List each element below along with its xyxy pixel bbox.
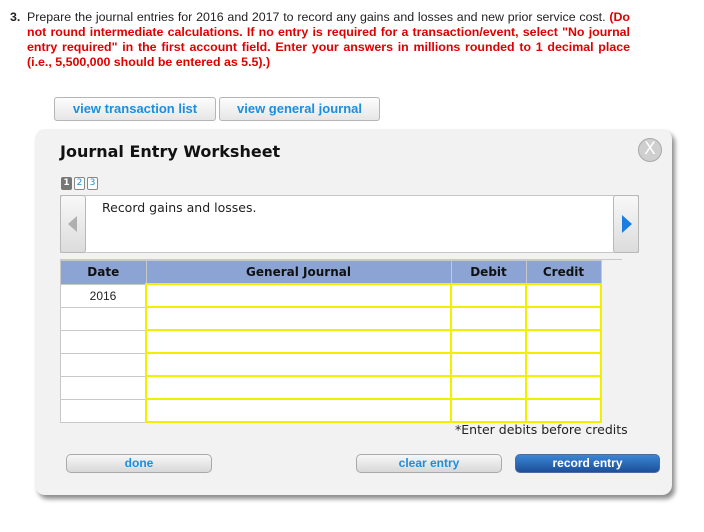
- debit-cell[interactable]: [450, 352, 527, 377]
- page-tab-2[interactable]: 2: [74, 177, 85, 190]
- next-button[interactable]: [613, 195, 639, 253]
- credit-input[interactable]: [527, 308, 600, 329]
- column-header-general-journal: General Journal: [145, 260, 452, 285]
- page-tab-1[interactable]: 1: [61, 177, 72, 190]
- table-row: 2016: [60, 283, 602, 308]
- view-general-journal-button[interactable]: view general journal: [219, 97, 380, 121]
- debit-input[interactable]: [452, 285, 525, 306]
- account-cell[interactable]: [145, 283, 452, 308]
- debit-cell[interactable]: [450, 329, 527, 354]
- column-header-date: Date: [60, 260, 147, 285]
- debit-cell[interactable]: [450, 375, 527, 400]
- account-input[interactable]: [147, 354, 450, 375]
- worksheet-title: Journal Entry Worksheet: [60, 142, 281, 161]
- journal-entry-worksheet: Journal Entry Worksheet X 1 2 3 Record g…: [35, 129, 672, 495]
- description-text: Record gains and losses.: [102, 200, 257, 215]
- arrow-left-icon: [68, 216, 77, 232]
- previous-button[interactable]: [60, 195, 86, 253]
- transaction-description: Record gains and losses.: [60, 195, 639, 253]
- account-input[interactable]: [147, 285, 450, 306]
- credit-input[interactable]: [527, 354, 600, 375]
- credit-cell[interactable]: [525, 352, 602, 377]
- table-header-row: Date General Journal Debit Credit: [60, 260, 602, 285]
- account-cell[interactable]: [145, 375, 452, 400]
- question: 3. Prepare the journal entries for 2016 …: [10, 10, 630, 70]
- debits-note: *Enter debits before credits: [455, 422, 628, 437]
- account-cell[interactable]: [145, 329, 452, 354]
- debit-input[interactable]: [452, 308, 525, 329]
- account-input[interactable]: [147, 400, 450, 421]
- table-row: [60, 352, 602, 377]
- date-cell: 2016: [60, 283, 147, 308]
- credit-cell[interactable]: [525, 398, 602, 423]
- journal-table: Date General Journal Debit Credit 2016: [60, 260, 602, 423]
- arrow-right-icon: [622, 215, 632, 233]
- debit-input[interactable]: [452, 354, 525, 375]
- date-cell: [60, 398, 147, 423]
- credit-input[interactable]: [527, 285, 600, 306]
- credit-cell[interactable]: [525, 283, 602, 308]
- column-header-credit: Credit: [525, 260, 602, 285]
- credit-cell[interactable]: [525, 375, 602, 400]
- debit-cell[interactable]: [450, 398, 527, 423]
- question-text: Prepare the journal entries for 2016 and…: [27, 10, 606, 24]
- table-row: [60, 329, 602, 354]
- credit-cell[interactable]: [525, 329, 602, 354]
- debit-cell[interactable]: [450, 306, 527, 331]
- page-tab-3[interactable]: 3: [87, 177, 98, 190]
- question-body: Prepare the journal entries for 2016 and…: [27, 10, 630, 70]
- date-cell: [60, 352, 147, 377]
- debit-cell[interactable]: [450, 283, 527, 308]
- date-cell: [60, 329, 147, 354]
- account-input[interactable]: [147, 377, 450, 398]
- date-cell: [60, 306, 147, 331]
- date-cell: [60, 375, 147, 400]
- debit-input[interactable]: [452, 377, 525, 398]
- credit-input[interactable]: [527, 400, 600, 421]
- account-input[interactable]: [147, 331, 450, 352]
- close-icon[interactable]: X: [638, 138, 662, 162]
- table-row: [60, 398, 602, 423]
- table-row: [60, 306, 602, 331]
- account-input[interactable]: [147, 308, 450, 329]
- credit-input[interactable]: [527, 377, 600, 398]
- done-button[interactable]: done: [66, 454, 212, 473]
- debit-input[interactable]: [452, 331, 525, 352]
- account-cell[interactable]: [145, 306, 452, 331]
- clear-entry-button[interactable]: clear entry: [356, 454, 502, 473]
- question-number: 3.: [10, 10, 21, 24]
- view-transaction-list-button[interactable]: view transaction list: [54, 97, 216, 121]
- credit-cell[interactable]: [525, 306, 602, 331]
- debit-input[interactable]: [452, 400, 525, 421]
- column-header-debit: Debit: [450, 260, 527, 285]
- table-row: [60, 375, 602, 400]
- record-entry-button[interactable]: record entry: [515, 454, 660, 473]
- page-tabs: 1 2 3: [61, 177, 98, 190]
- credit-input[interactable]: [527, 331, 600, 352]
- account-cell[interactable]: [145, 352, 452, 377]
- account-cell[interactable]: [145, 398, 452, 423]
